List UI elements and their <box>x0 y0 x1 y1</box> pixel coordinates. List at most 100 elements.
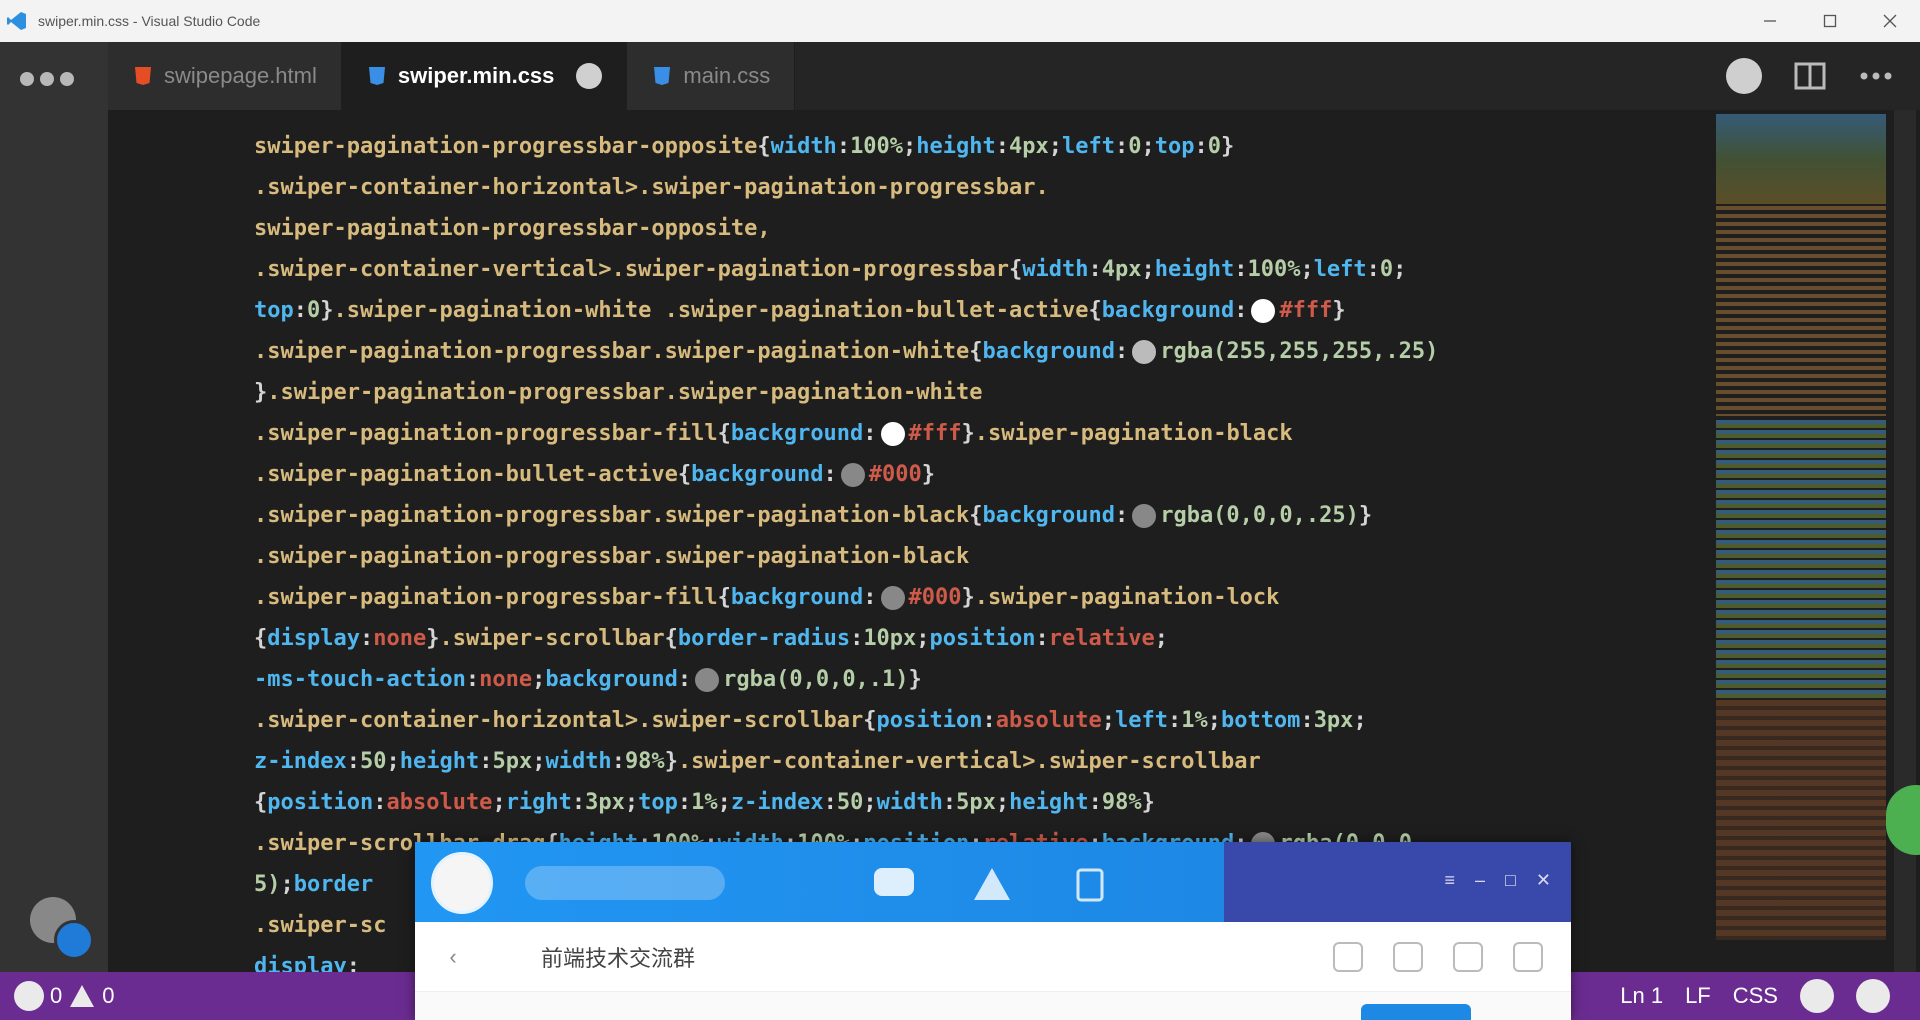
code-token: .swiper-pagination-progressbar-fill <box>254 421 718 446</box>
code-token: position <box>267 790 374 815</box>
code-token: rgba(0,0,0,.1) <box>723 667 909 692</box>
language-mode[interactable]: CSS <box>1733 983 1778 1009</box>
manage-gear-icon[interactable] <box>54 920 94 960</box>
code-line[interactable]: .swiper-container-horizontal>.swiper-pag… <box>254 167 1438 208</box>
video-call-icon[interactable] <box>1393 941 1423 972</box>
code-token: 100% <box>850 134 904 159</box>
code-token: background <box>1101 298 1235 323</box>
code-token: .swiper-pagination-progressbar.swiper-pa… <box>267 380 983 405</box>
chat-close-icon[interactable]: ✕ <box>1536 870 1551 891</box>
tab-swiper-min-css[interactable]: swiper.min.css <box>341 42 628 110</box>
code-token: height <box>916 134 996 159</box>
code-line[interactable]: .swiper-container-horizontal>.swiper-scr… <box>254 700 1438 741</box>
chat-menu-icon[interactable]: ≡ <box>1445 870 1456 891</box>
code-token: } <box>1332 298 1346 323</box>
code-token: 98% <box>1101 790 1142 815</box>
more-editor-actions-icon[interactable] <box>1856 56 1896 96</box>
code-line[interactable]: }.swiper-pagination-progressbar.swiper-p… <box>254 372 1438 413</box>
back-icon[interactable]: ‹ <box>435 939 471 975</box>
code-token: ; <box>1353 708 1367 733</box>
code-token: .swiper-pagination-progressbar-fill <box>254 585 718 610</box>
code-line[interactable]: {position:absolute;right:3px;top:1%;z-in… <box>254 782 1438 823</box>
code-line[interactable]: swiper-pagination-progressbar-opposite, <box>254 208 1438 249</box>
code-token: : <box>982 708 996 733</box>
user-avatar[interactable] <box>431 852 493 914</box>
chat-search-input[interactable] <box>525 866 725 900</box>
code-line[interactable]: top:0}.swiper-pagination-white .swiper-p… <box>254 290 1438 331</box>
code-token: ; <box>1141 257 1155 282</box>
more-options-icon[interactable] <box>1513 941 1543 972</box>
screen-share-icon[interactable] <box>1453 941 1483 972</box>
code-token: { <box>969 339 983 364</box>
code-token: 1% <box>1181 708 1208 733</box>
code-line[interactable]: .swiper-pagination-progressbar-fill{back… <box>254 413 1438 454</box>
code-line[interactable]: swiper-pagination-progressbar-opposite{w… <box>254 126 1438 167</box>
voice-call-icon[interactable] <box>1333 941 1363 972</box>
color-swatch-icon[interactable] <box>1251 299 1276 323</box>
code-token: : <box>823 462 837 487</box>
code-line[interactable]: z-index:50;height:5px;width:98%}.swiper-… <box>254 741 1438 782</box>
code-token: .swiper-pagination-black <box>974 421 1293 446</box>
notifications-bell-icon[interactable] <box>1856 979 1890 1013</box>
code-line[interactable]: .swiper-pagination-bullet-active{backgro… <box>254 454 1438 495</box>
code-token: ; <box>717 790 731 815</box>
code-token: .swiper-container-vertical>.swiper-pagin… <box>254 257 1009 282</box>
chat-minimize-icon[interactable]: – <box>1475 870 1485 891</box>
code-token: : <box>1115 134 1129 159</box>
minimap-content <box>1716 206 1886 416</box>
feedback-icon[interactable] <box>1800 979 1834 1013</box>
code-token: 50 <box>836 790 864 815</box>
code-line[interactable]: .swiper-pagination-progressbar-fill{back… <box>254 577 1438 618</box>
code-token: right <box>505 790 572 815</box>
close-window-button[interactable] <box>1860 0 1920 42</box>
minimap-content <box>1716 420 1886 700</box>
files-icon[interactable] <box>1066 862 1114 906</box>
color-swatch-icon[interactable] <box>880 422 905 446</box>
code-token: background <box>982 339 1115 364</box>
errors-indicator[interactable]: 0 0 <box>0 981 129 1011</box>
code-token: { <box>254 790 268 815</box>
open-preview-icon[interactable] <box>1724 56 1764 96</box>
code-token: { <box>757 134 771 159</box>
color-swatch-icon[interactable] <box>1132 340 1157 364</box>
contacts-icon[interactable] <box>968 862 1016 906</box>
more-actions-icon[interactable] <box>20 72 74 86</box>
code-token: ; <box>386 749 400 774</box>
close-tab-icon[interactable] <box>576 63 603 89</box>
code-token: background <box>730 585 864 610</box>
split-editor-icon[interactable] <box>1790 56 1830 96</box>
code-line[interactable]: -ms-touch-action:none;background: rgba(0,… <box>254 659 1438 700</box>
tab-main-css[interactable]: main.css <box>627 42 796 110</box>
code-line[interactable]: .swiper-pagination-progressbar.swiper-pa… <box>254 495 1438 536</box>
end-of-line[interactable]: LF <box>1685 983 1711 1009</box>
color-swatch-icon[interactable] <box>840 463 865 487</box>
maximize-button[interactable] <box>1800 0 1860 42</box>
code-line[interactable]: .swiper-pagination-progressbar.swiper-pa… <box>254 331 1438 372</box>
minimize-button[interactable] <box>1740 0 1800 42</box>
code-token: ; <box>532 667 546 692</box>
minimap[interactable] <box>1712 110 1920 972</box>
code-token: ; <box>1300 257 1314 282</box>
code-line[interactable]: {display:none}.swiper-scrollbar{border-r… <box>254 618 1438 659</box>
cursor-position[interactable]: Ln 1 <box>1620 983 1663 1009</box>
code-token: 0 <box>307 298 321 323</box>
code-token: { <box>254 626 268 651</box>
code-token: relative <box>1048 626 1155 651</box>
code-token: #000 <box>868 462 922 487</box>
color-swatch-icon[interactable] <box>695 668 720 692</box>
tab-swipepage-html[interactable]: swipepage.html <box>108 42 342 110</box>
code-token: .swiper-sc <box>254 913 387 938</box>
code-token: : <box>293 298 307 323</box>
chat-maximize-icon[interactable]: □ <box>1505 870 1516 891</box>
code-token: height <box>1154 257 1235 282</box>
code-token: width <box>770 134 837 159</box>
code-token: bottom <box>1220 708 1301 733</box>
editor-tab-bar: swipepage.html swiper.min.css main.css <box>108 42 1920 110</box>
messages-icon[interactable] <box>870 862 918 906</box>
code-line[interactable]: .swiper-pagination-progressbar.swiper-pa… <box>254 536 1438 577</box>
color-swatch-icon[interactable] <box>1132 504 1157 528</box>
send-button[interactable] <box>1361 1004 1471 1020</box>
code-line[interactable]: .swiper-container-vertical>.swiper-pagin… <box>254 249 1438 290</box>
color-swatch-icon[interactable] <box>880 586 905 610</box>
code-token: ; <box>1101 708 1115 733</box>
